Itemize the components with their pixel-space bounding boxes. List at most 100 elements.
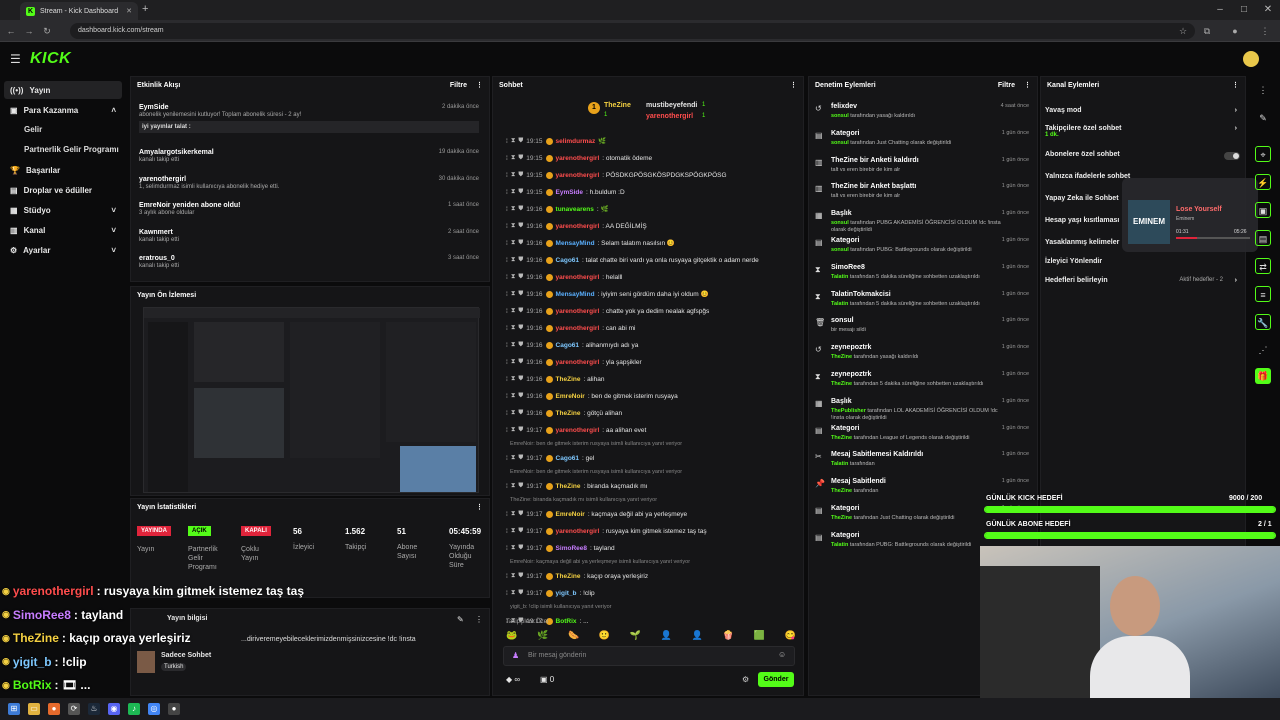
chat-username[interactable]: BotRix [556, 618, 577, 625]
timeout-icon[interactable]: ⧗ [511, 290, 516, 298]
emote-bar[interactable]: 🐸 🌿 🌭 🙂 🌱 👤 👤 🍿 🟩 😋 [506, 630, 796, 642]
pin-icon[interactable]: ⁞ [506, 325, 508, 332]
chat-message[interactable]: ⁞ ⧗ ⛊ 19:17 yarenothergirl: rusyaya kim gitm… [506, 524, 796, 538]
timeout-icon[interactable]: ⧗ [511, 256, 516, 264]
chat-username[interactable]: yarenothergirl [556, 274, 600, 281]
rail-wrench-icon[interactable]: 🔧 [1255, 314, 1271, 330]
preview-video[interactable] [143, 307, 480, 493]
chat-message[interactable]: ⁞ ⧗ ⛊ 19:16 MensayMind: Selam talatım nasıls… [506, 236, 796, 250]
pin-icon[interactable]: ⁞ [506, 223, 508, 230]
more-icon[interactable]: ⋮ [1232, 77, 1239, 95]
rail-box-icon[interactable]: ▣ [1255, 202, 1271, 218]
pin-icon[interactable]: ⁞ [506, 410, 508, 417]
pin-icon[interactable]: ⁞ [506, 528, 508, 535]
pin-icon[interactable]: ⁞ [506, 427, 508, 434]
timeout-icon[interactable]: ⧗ [511, 510, 516, 518]
close-window-icon[interactable]: ✕ [1256, 0, 1280, 20]
sidebar-item-droplar[interactable]: ▤ Droplar ve ödüller [4, 181, 122, 199]
chat-username[interactable]: yarenothergirl [556, 155, 600, 162]
chat-message[interactable]: ⁞ ⧗ ⛊ 19:16 yarenothergirl: yla şapşikler [506, 355, 796, 369]
timeout-icon[interactable]: ⧗ [511, 358, 516, 366]
pin-icon[interactable]: ⁞ [506, 138, 508, 145]
back-icon[interactable]: ← [4, 23, 18, 39]
chat-settings-icon[interactable]: ⚙ [742, 675, 749, 684]
chat-message[interactable]: ⁞ ⧗ ⛊ 19:16 TheZine: alihan [506, 372, 796, 386]
emote-icon[interactable]: 🌭 [568, 630, 579, 642]
pin-icon[interactable]: ⁞ [506, 590, 508, 597]
timeout-icon[interactable]: ⧗ [511, 222, 516, 230]
chat-username[interactable]: TheZine [556, 376, 581, 383]
timeout-icon[interactable]: ⧗ [511, 324, 516, 332]
rail-share-icon[interactable]: ⋰ [1255, 342, 1271, 358]
chat-message[interactable]: ⁞ ⧗ ⛊ 19:16 tunavearens: 🌿 [506, 202, 796, 216]
extensions-icon[interactable]: ⧉ [1200, 23, 1214, 39]
profile-icon[interactable]: ● [1228, 23, 1242, 39]
emote-icon[interactable]: 😋 [785, 630, 796, 642]
pin-icon[interactable]: ⁞ [506, 172, 508, 179]
sidebar-item-studyo[interactable]: ▦ Stüdyo ˅ [4, 201, 122, 219]
emote-icon[interactable]: 🟩 [754, 630, 765, 642]
timeout-icon[interactable]: ⧗ [511, 154, 516, 162]
sub-only-toggle[interactable] [1224, 152, 1240, 160]
chat-username[interactable]: yigit_b [556, 590, 577, 597]
chat-username[interactable]: EmreNoir [556, 393, 585, 400]
chat-message[interactable]: ⁞ ⧗ ⛊ 19:17 EmreNoir: kaçmaya değil abi ya y… [506, 507, 796, 521]
chat-input[interactable]: Bir mesaj gönderin [528, 652, 586, 659]
timeout-icon[interactable]: ⧗ [511, 482, 516, 490]
spotify-icon[interactable]: ♪ [128, 703, 140, 715]
rail-more-icon[interactable]: ⋮ [1255, 82, 1271, 98]
filter-button[interactable]: Filtre [450, 77, 467, 95]
timeout-icon[interactable]: ⧗ [511, 454, 516, 462]
rail-target-icon[interactable]: ⌖ [1255, 146, 1271, 162]
firefox-icon[interactable]: ● [48, 703, 60, 715]
sidebar-subitem-gelir[interactable]: Gelir [24, 125, 42, 134]
emote-icon[interactable]: 🙂 [599, 630, 610, 642]
chat-message[interactable]: ⁞ ⧗ ⛊ 19:17 yigit_b: !clip [506, 586, 796, 600]
timeout-icon[interactable]: ⧗ [511, 137, 516, 145]
chat-message[interactable]: ⁞ ⧗ ⛊ 19:17 Cago61: gel [506, 451, 796, 465]
chat-message[interactable]: ⁞ ⧗ ⛊ 19:16 yarenothergirl: AA DEĞİLMİŞ [506, 219, 796, 233]
timeout-icon[interactable]: ⧗ [511, 171, 516, 179]
chat-username[interactable]: yarenothergirl [556, 528, 600, 535]
pin-icon[interactable]: ⁞ [506, 274, 508, 281]
steam-icon[interactable]: ♨ [88, 703, 100, 715]
sidebar-item-kanal[interactable]: ▥ Kanal ˅ [4, 221, 122, 239]
emote-icon[interactable]: 🌿 [537, 630, 548, 642]
chat-message[interactable]: ⁞ ⧗ ⛊ 19:16 Cago61: alihanmıydı adı ya [506, 338, 796, 352]
rail-card-icon[interactable]: ▤ [1255, 230, 1271, 246]
chat-username[interactable]: Cago61 [556, 257, 579, 264]
reload-icon[interactable]: ↻ [40, 23, 54, 39]
chat-username[interactable]: EymSide [556, 189, 583, 196]
avatar[interactable] [1243, 51, 1259, 67]
chat-username[interactable]: yarenothergirl [556, 427, 600, 434]
chat-message[interactable]: ⁞ ⧗ ⛊ 19:16 yarenothergirl: helalll [506, 270, 796, 284]
file-explorer-icon[interactable]: ▭ [28, 703, 40, 715]
rail-raid-icon[interactable]: ⇄ [1255, 258, 1271, 274]
chat-message[interactable]: ⁞ ⧗ ⛊ 19:17 TheZine: biranda kaçmadık mı [506, 479, 796, 493]
sidebar-item-para-kazanma[interactable]: ▣ Para Kazanma ˄ [4, 101, 122, 119]
chat-message[interactable]: ⁞ ⧗ ⛊ 19:15 selimdurmaz 🌿 [506, 134, 796, 148]
sidebar-subitem-partnerlik[interactable]: Partnerlik Gelir Programı [24, 145, 119, 154]
chat-username[interactable]: tunavearens [556, 206, 594, 213]
pin-icon[interactable]: ⁞ [506, 376, 508, 383]
new-tab-button[interactable]: + [142, 3, 148, 15]
emote-icon[interactable]: 👤 [692, 630, 703, 642]
pin-icon[interactable]: ⁞ [506, 511, 508, 518]
timeout-icon[interactable]: ⧗ [511, 205, 516, 213]
pin-icon[interactable]: ⁞ [506, 308, 508, 315]
chat-message[interactable]: ⁞ ⧗ ⛊ 19:16 MensayMind: iyiyim seni gördüm d… [506, 287, 796, 301]
chat-username[interactable]: TheZine [556, 410, 581, 417]
chat-username[interactable]: yarenothergirl [556, 325, 600, 332]
start-icon[interactable]: ⊞ [8, 703, 20, 715]
chat-message[interactable]: ⁞ ⧗ ⛊ 19:16 EmreNoir: ben de gitmek isterim … [506, 389, 796, 403]
more-icon[interactable]: ⋮ [790, 77, 797, 95]
pin-icon[interactable]: ⁞ [506, 545, 508, 552]
kick-logo[interactable]: KICK [30, 50, 71, 68]
emoji-picker-icon[interactable]: ☺ [778, 650, 786, 659]
timeout-icon[interactable]: ⧗ [511, 572, 516, 580]
sidebar-item-yayin[interactable]: ((•)) Yayın [4, 81, 122, 99]
browser-tab[interactable]: K Stream - Kick Dashboard ✕ [20, 2, 138, 20]
obs-icon[interactable]: ● [168, 703, 180, 715]
rail-edit-icon[interactable]: ✎ [1255, 110, 1271, 126]
channel-action-follower-only[interactable]: Takipçilere özel sohbet 1 dk. › [1045, 125, 1245, 138]
